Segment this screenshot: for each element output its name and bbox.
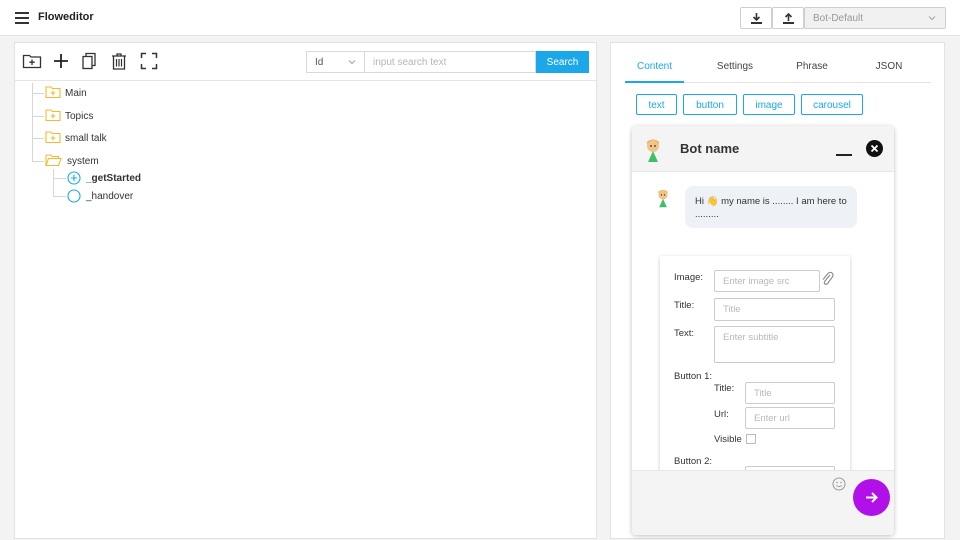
chevron-down-icon bbox=[348, 60, 356, 65]
content-type-image[interactable]: image bbox=[743, 94, 795, 115]
circle-plus-icon bbox=[67, 171, 81, 185]
card-editor: Image: Title: Text: Button 1: Title: Url… bbox=[660, 256, 850, 472]
search-type-select[interactable]: Id bbox=[306, 51, 364, 73]
button-url-label: Url: bbox=[714, 409, 729, 420]
button2-label: Button 2: bbox=[674, 456, 713, 467]
tree-node-label: system bbox=[67, 156, 99, 167]
tree-connector bbox=[32, 116, 44, 117]
chevron-down-icon bbox=[928, 16, 936, 21]
folder-open-icon bbox=[45, 154, 62, 167]
flow-tree: Main Topics small talk system _getStarte… bbox=[15, 83, 595, 263]
download-button[interactable] bbox=[740, 7, 772, 29]
folder-plus-icon bbox=[45, 109, 61, 122]
download-icon bbox=[751, 13, 762, 24]
chat-input-bar bbox=[632, 470, 894, 535]
content-panel: Content Settings Phrase JSON text button… bbox=[610, 42, 945, 539]
plus-icon[interactable] bbox=[51, 51, 71, 71]
bot-avatar-icon bbox=[658, 189, 668, 208]
bot-message-bubble: Hi 👋 my name is ........ I am here to ..… bbox=[685, 186, 857, 228]
tree-node-label: small talk bbox=[65, 133, 107, 144]
chat-preview: Bot name Hi 👋 my name is ........ I am h… bbox=[632, 126, 894, 535]
trash-icon[interactable] bbox=[109, 51, 129, 71]
tab-content[interactable]: Content bbox=[625, 61, 684, 83]
button-title-label: Title: bbox=[714, 383, 735, 394]
upload-button[interactable] bbox=[772, 7, 804, 29]
tree-connector bbox=[32, 93, 44, 94]
folder-add-icon[interactable] bbox=[22, 51, 42, 71]
content-type-text[interactable]: text bbox=[636, 94, 677, 115]
folder-plus-icon bbox=[45, 86, 61, 99]
copy-icon[interactable] bbox=[79, 51, 99, 71]
tree-connector bbox=[32, 138, 44, 139]
tree-connector bbox=[53, 178, 66, 179]
minimize-icon[interactable] bbox=[836, 154, 852, 156]
subtitle-textarea[interactable] bbox=[714, 326, 835, 363]
tree-connector bbox=[32, 161, 44, 162]
tree-connector bbox=[32, 83, 33, 161]
content-tabs: Content Settings Phrase JSON bbox=[625, 55, 931, 83]
visible-label: Visible bbox=[714, 434, 742, 445]
folder-plus-icon bbox=[45, 131, 61, 144]
emoji-icon[interactable] bbox=[832, 477, 846, 491]
content-type-button[interactable]: button bbox=[683, 94, 737, 115]
button1-label: Button 1: bbox=[674, 371, 713, 382]
tree-node-label: _getStarted bbox=[86, 173, 142, 184]
search-input[interactable] bbox=[364, 51, 536, 73]
button-url-input[interactable] bbox=[745, 407, 835, 429]
image-src-input[interactable] bbox=[714, 270, 820, 292]
bot-select-value: Bot-Default bbox=[813, 13, 864, 24]
title-input[interactable] bbox=[714, 298, 835, 321]
text-label: Text: bbox=[674, 328, 695, 339]
paperclip-icon[interactable] bbox=[820, 270, 834, 286]
button-title-input[interactable] bbox=[745, 382, 835, 404]
tab-settings[interactable]: Settings bbox=[709, 61, 761, 83]
tree-node-label: Main bbox=[65, 88, 87, 99]
arrow-right-icon bbox=[866, 492, 878, 503]
close-icon[interactable] bbox=[866, 140, 883, 157]
search-button[interactable]: Search bbox=[536, 51, 589, 73]
chat-header: Bot name bbox=[632, 126, 894, 172]
bot-select[interactable]: Bot-Default bbox=[804, 7, 946, 29]
tree-connector bbox=[53, 196, 66, 197]
title-label: Title: bbox=[674, 300, 695, 311]
tree-connector bbox=[53, 169, 54, 197]
content-type-carousel[interactable]: carousel bbox=[801, 94, 863, 115]
visible-checkbox[interactable] bbox=[746, 434, 756, 444]
app-title: Floweditor bbox=[38, 11, 94, 23]
hamburger-menu-icon[interactable] bbox=[15, 12, 29, 24]
circle-icon bbox=[67, 189, 81, 203]
top-bar: Floweditor Bot-Default bbox=[0, 0, 960, 36]
tab-phrase[interactable]: Phrase bbox=[791, 61, 833, 83]
search-type-value: Id bbox=[315, 57, 324, 68]
bot-avatar-icon bbox=[647, 139, 659, 162]
upload-icon bbox=[783, 12, 794, 24]
send-button[interactable] bbox=[853, 479, 890, 516]
tree-node-label: _handover bbox=[86, 191, 134, 202]
tree-panel: Id Search Main bbox=[14, 42, 597, 539]
image-label: Image: bbox=[674, 272, 704, 283]
fullscreen-icon[interactable] bbox=[139, 51, 159, 71]
tree-toolbar: Id Search bbox=[15, 43, 596, 81]
tab-json[interactable]: JSON bbox=[871, 61, 907, 83]
bot-name: Bot name bbox=[680, 141, 740, 156]
tree-node-label: Topics bbox=[65, 111, 94, 122]
